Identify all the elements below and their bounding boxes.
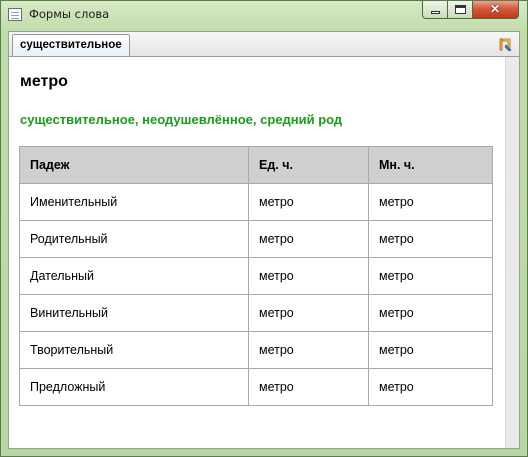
app-window: Формы слова ✕ существительное метро суще…: [0, 0, 528, 457]
singular-form: метро: [248, 368, 369, 406]
plural-form: метро: [368, 294, 493, 332]
table-row: Именительный метро метро: [19, 183, 493, 221]
client-area: существительное метро существительное, н…: [8, 31, 520, 449]
grammar-info: существительное, неодушевлённое, средний…: [20, 112, 343, 127]
plural-form: метро: [368, 220, 493, 258]
singular-form: метро: [248, 331, 369, 369]
close-icon: ✕: [489, 2, 501, 16]
plural-form: метро: [368, 183, 493, 221]
word-lemma: метро: [20, 73, 68, 90]
window-title: Формы слова: [29, 7, 110, 21]
maximize-icon: [455, 5, 466, 14]
singular-form: метро: [248, 183, 369, 221]
case-name: Дательный: [19, 257, 249, 295]
plural-form: метро: [368, 257, 493, 295]
minimize-icon: [431, 11, 440, 14]
table-row: Творительный метро метро: [19, 331, 493, 369]
case-name: Родительный: [19, 220, 249, 258]
case-name: Именительный: [19, 183, 249, 221]
tab-part-of-speech[interactable]: существительное: [12, 34, 130, 56]
close-button[interactable]: ✕: [473, 1, 519, 19]
singular-form: метро: [248, 257, 369, 295]
plural-form: метро: [368, 368, 493, 406]
declension-table: Падеж Ед. ч. Мн. ч. Именительный метро м…: [19, 146, 493, 406]
case-name: Винительный: [19, 294, 249, 332]
table-row: Дательный метро метро: [19, 257, 493, 295]
table-row: Родительный метро метро: [19, 220, 493, 258]
minimize-button[interactable]: [422, 1, 448, 19]
header-plural: Мн. ч.: [368, 146, 493, 184]
header-case: Падеж: [19, 146, 249, 184]
case-name: Творительный: [19, 331, 249, 369]
header-singular: Ед. ч.: [248, 146, 369, 184]
tab-strip: существительное: [9, 32, 519, 57]
case-name: Предложный: [19, 368, 249, 406]
edit-icon[interactable]: [497, 36, 513, 52]
maximize-button[interactable]: [448, 1, 473, 19]
singular-form: метро: [248, 220, 369, 258]
plural-form: метро: [368, 331, 493, 369]
table-header-row: Падеж Ед. ч. Мн. ч.: [19, 146, 493, 184]
table-row: Винительный метро метро: [19, 294, 493, 332]
app-icon: [8, 8, 22, 21]
content-panel: метро существительное, неодушевлённое, с…: [9, 57, 505, 448]
vertical-scrollbar[interactable]: [505, 57, 519, 448]
singular-form: метро: [248, 294, 369, 332]
table-row: Предложный метро метро: [19, 368, 493, 406]
title-bar[interactable]: Формы слова ✕: [1, 1, 527, 29]
